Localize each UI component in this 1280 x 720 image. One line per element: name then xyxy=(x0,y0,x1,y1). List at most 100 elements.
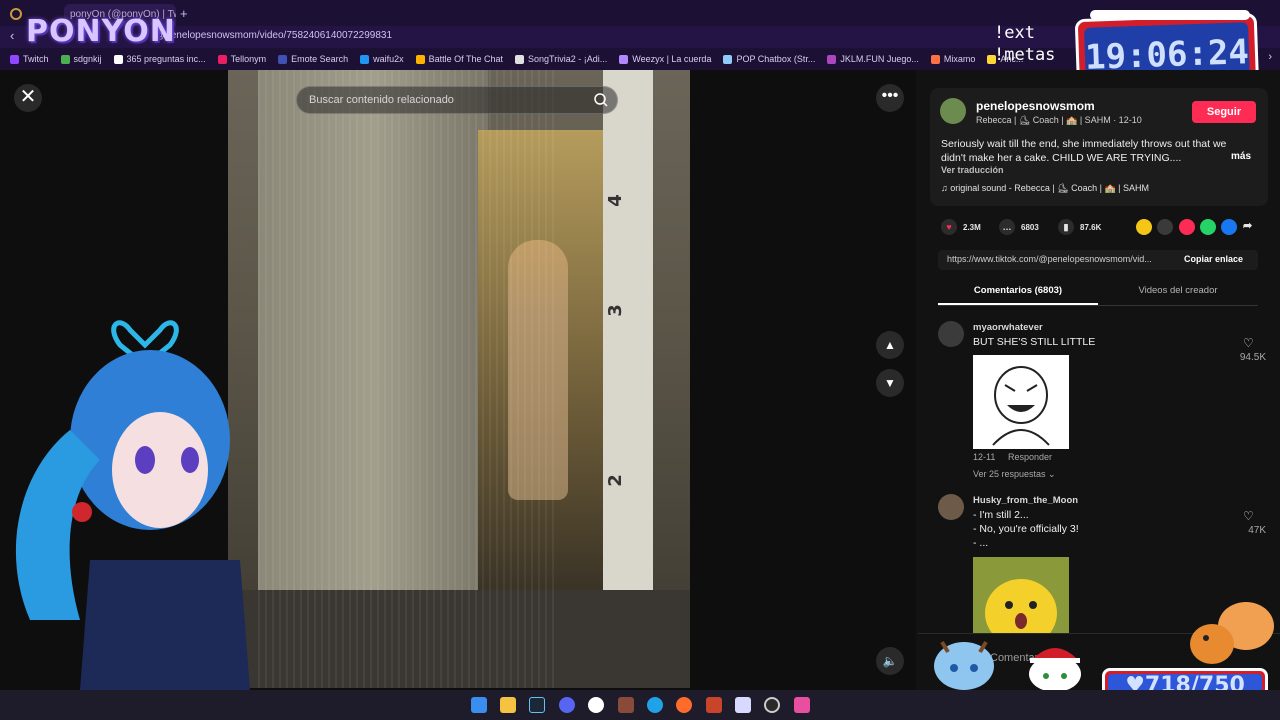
commenter-avatar[interactable] xyxy=(938,321,964,347)
share-arrow-icon[interactable]: ➦ xyxy=(1243,219,1252,232)
close-button[interactable]: ✕ xyxy=(14,84,42,112)
bookmark-label: SongTrivia2 - ¡Adi... xyxy=(528,54,608,64)
new-tab-button[interactable]: + xyxy=(180,6,188,21)
copy-link-button[interactable]: Copiar enlace xyxy=(1184,254,1243,264)
related-search-input[interactable]: Buscar contenido relacionado xyxy=(296,86,618,114)
bookmark-label: Twitch xyxy=(23,54,49,64)
bookmark-label: 365 preguntas inc... xyxy=(126,54,206,64)
bookmark-item[interactable]: SongTrivia2 - ¡Adi... xyxy=(515,54,607,64)
bookmark-label: waifu2x xyxy=(373,54,404,64)
bookmark-label: Tellonym xyxy=(230,54,267,64)
bookmark-item[interactable]: Mixamo xyxy=(930,54,976,64)
browser-menu-icon[interactable] xyxy=(10,8,22,20)
translate-link[interactable]: Ver traducción xyxy=(941,165,1004,175)
sound-link[interactable]: ♫ original sound - Rebecca | ⛸ Coach | 🏫… xyxy=(941,183,1149,194)
author-username[interactable]: penelopesnowsmom xyxy=(976,99,1095,113)
comment-meme-image[interactable] xyxy=(973,355,1069,449)
comment-text: BUT SHE'S STILL LITTLE xyxy=(973,336,1096,348)
snow-decoration xyxy=(1090,10,1250,20)
bookmark-favicon-icon xyxy=(930,54,940,64)
chibi-reindeer-sticker xyxy=(934,640,994,690)
volume-button[interactable]: 🔈 xyxy=(876,647,904,675)
next-video-button[interactable]: ▼ xyxy=(876,369,904,397)
ruler-number: 3 xyxy=(604,304,626,317)
discord-icon[interactable] xyxy=(559,697,575,713)
video-player[interactable]: 4 3 2 xyxy=(228,70,690,688)
search-icon[interactable] xyxy=(593,92,609,108)
see-more-link[interactable]: más xyxy=(1231,151,1251,162)
like-count: 2.3M xyxy=(963,222,981,232)
stream-logo: PONYON xyxy=(26,14,176,49)
coin-icon[interactable] xyxy=(1136,219,1152,235)
comment-like-count: 94.5K xyxy=(1239,352,1266,363)
comment-like-icon[interactable]: ♡ xyxy=(1243,336,1254,350)
chatgpt-icon[interactable] xyxy=(588,697,604,713)
heart-icon: ♥ xyxy=(941,219,957,235)
view-replies-link[interactable]: Ver 25 respuestas ⌄ xyxy=(973,469,1056,480)
file-explorer-icon[interactable] xyxy=(500,697,516,713)
comment-like-icon[interactable]: ♡ xyxy=(1243,509,1254,523)
app-icon[interactable] xyxy=(706,697,722,713)
comment-count: 6803 xyxy=(1021,222,1039,232)
edge-icon[interactable] xyxy=(647,697,663,713)
search-placeholder: Buscar contenido relacionado xyxy=(309,94,454,106)
previous-video-button[interactable]: ▲ xyxy=(876,331,904,359)
bookmark-favicon-icon xyxy=(619,54,629,64)
tab-divider xyxy=(938,305,1258,306)
bookmark-item[interactable]: Emote Search xyxy=(278,54,348,64)
bookmark-favicon-icon xyxy=(515,54,525,64)
sound-label: original sound - Rebecca | ⛸ Coach | 🏫 |… xyxy=(950,183,1149,193)
comment-icon: … xyxy=(999,219,1015,235)
bookmark-item[interactable]: Tellonym xyxy=(217,54,267,64)
bookmark-label: Mixamo xyxy=(943,54,976,64)
bookmark-item[interactable]: Weezyx | La cuerda xyxy=(619,54,711,64)
url-field[interactable]: @penelopesnowsmom/video/7582406140072299… xyxy=(155,30,392,41)
chat-commands: !ext !metas xyxy=(994,23,1056,65)
vtube-icon[interactable] xyxy=(735,697,751,713)
app-icon[interactable] xyxy=(794,697,810,713)
bookmark-item[interactable]: POP Chatbox (Str... xyxy=(723,54,815,64)
tab-comments[interactable]: Comentarios (6803) xyxy=(938,285,1098,296)
facebook-icon[interactable] xyxy=(1221,219,1237,235)
author-avatar[interactable] xyxy=(940,98,966,124)
bookmark-item[interactable]: Twitch xyxy=(10,54,49,64)
embed-icon[interactable] xyxy=(1157,219,1173,235)
like-button[interactable]: ♥ 2.3M xyxy=(941,219,981,235)
send-icon[interactable] xyxy=(1179,219,1195,235)
bookmark-label: Weezyx | La cuerda xyxy=(632,54,712,64)
ruler-number: 2 xyxy=(604,474,626,487)
bookmarks-overflow-button[interactable]: › xyxy=(1268,51,1272,63)
save-button[interactable]: ▮ 87.6K xyxy=(1058,219,1101,235)
bookmark-item[interactable]: JKLM.FUN Juego... xyxy=(827,54,919,64)
bookmark-item[interactable]: waifu2x xyxy=(360,54,404,64)
comment-username[interactable]: Husky_from_the_Moon xyxy=(973,495,1078,506)
follow-button[interactable]: Seguir xyxy=(1192,101,1256,123)
obs-icon[interactable] xyxy=(764,697,780,713)
bookmark-favicon-icon xyxy=(360,54,370,64)
tab-creator-videos[interactable]: Videos del creador xyxy=(1098,285,1258,296)
firefox-icon[interactable] xyxy=(676,697,692,713)
back-button[interactable]: ‹ xyxy=(10,28,14,43)
comment-username[interactable]: myaorwhatever xyxy=(973,322,1043,333)
bookmark-favicon-icon xyxy=(415,54,425,64)
bookmark-item[interactable]: Battle Of The Chat xyxy=(415,54,503,64)
chibi-santa-sticker xyxy=(1029,648,1081,692)
reply-button[interactable]: Responder xyxy=(1008,452,1052,462)
bookmark-favicon-icon xyxy=(60,54,70,64)
commenter-avatar[interactable] xyxy=(938,494,964,520)
active-app-icon[interactable] xyxy=(618,697,634,713)
comment-like-count: 47K xyxy=(1248,525,1266,536)
steam-icon[interactable] xyxy=(529,697,545,713)
more-options-button[interactable]: ••• xyxy=(876,84,904,112)
bookmark-item[interactable]: sdgnkij xyxy=(60,54,102,64)
author-bio: Rebecca | ⛸ Coach | 🏫 | SAHM · 12-10 xyxy=(976,115,1142,125)
vtuber-avatar xyxy=(15,320,250,690)
taskbar xyxy=(0,690,1280,720)
bookmark-item[interactable]: 365 preguntas inc... xyxy=(113,54,206,64)
comment-meme-image[interactable] xyxy=(973,557,1069,633)
squirrel-sticker xyxy=(1190,602,1274,664)
whatsapp-icon[interactable] xyxy=(1200,219,1216,235)
windows-start-icon[interactable] xyxy=(471,697,487,713)
bookmark-favicon-icon xyxy=(113,54,123,64)
comment-button[interactable]: … 6803 xyxy=(999,219,1039,235)
